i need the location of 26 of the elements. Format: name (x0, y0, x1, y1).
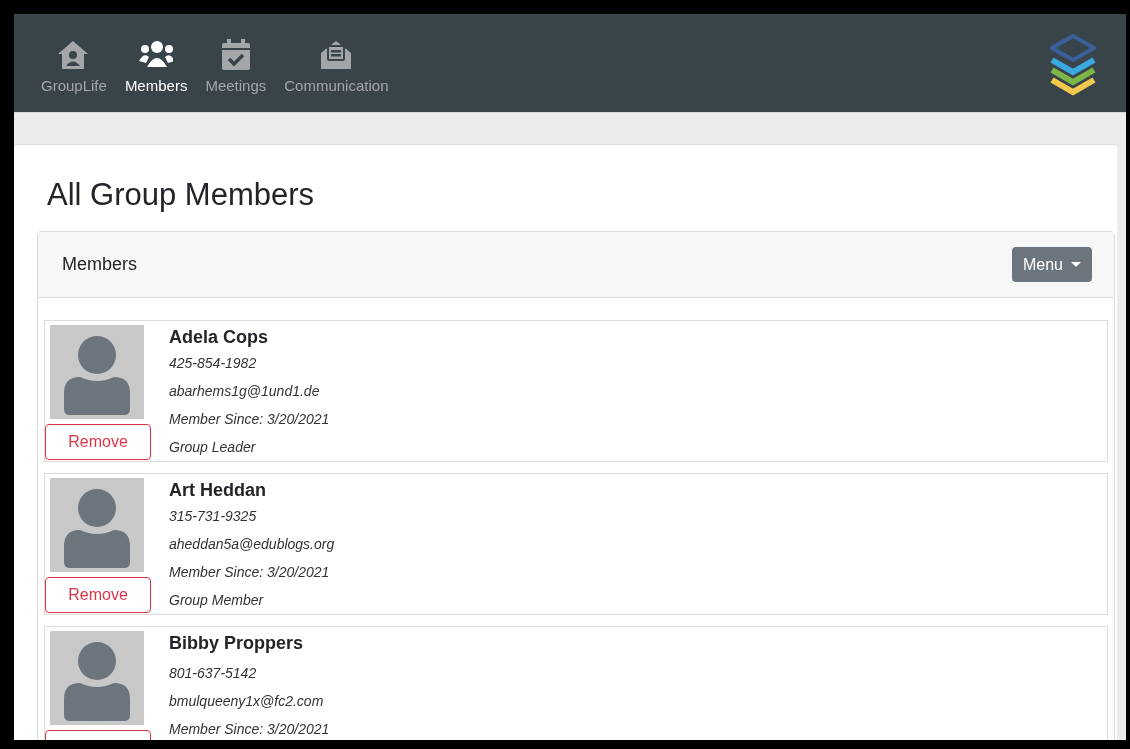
member-role: Group Leader (169, 438, 257, 457)
member-role: Group Member (169, 591, 265, 610)
nav-tab[interactable]: Communication (284, 38, 389, 94)
email-address: abarhems1g@1und1.de (169, 382, 321, 401)
nav-tab[interactable]: Meetings (205, 38, 267, 94)
phone-number: 801-637-5142 (169, 664, 258, 683)
mail-icon (319, 38, 354, 71)
menu-button[interactable]: Menu (1011, 247, 1092, 282)
member-name: Art Heddan (169, 479, 267, 502)
member-name: Bibby Proppers (169, 632, 305, 655)
phone-number: 425-854-1982 (169, 354, 258, 373)
panel-title: Members (62, 254, 137, 275)
nav-tab[interactable]: GroupLife (41, 38, 107, 94)
email-address: aheddan5a@edublogs.org (169, 535, 335, 554)
remove-button[interactable]: Remove (45, 577, 151, 613)
member-since: Member Since: 3/20/2021 (169, 410, 330, 429)
member-since: Member Since: 3/20/2021 (169, 720, 330, 739)
remove-button[interactable]: Remove (45, 424, 151, 460)
member-name: Adela Cops (169, 326, 270, 349)
nav-tab[interactable]: Members (124, 38, 188, 94)
stacked-layers-logo (1050, 34, 1096, 96)
email-address: bmulqueeny1x@fc2.com (169, 692, 325, 711)
phone-number: 315-731-9325 (169, 507, 258, 526)
caret-icon (1071, 262, 1081, 267)
member-since: Member Since: 3/20/2021 (169, 563, 331, 582)
page-title: All Group Members (47, 177, 316, 213)
